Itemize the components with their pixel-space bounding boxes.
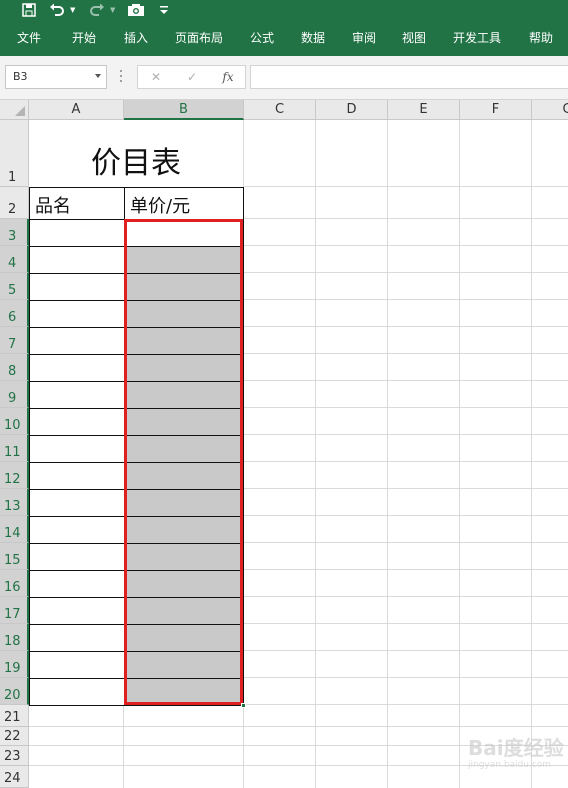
save-icon[interactable] bbox=[20, 0, 38, 20]
row-header-12[interactable]: 12 bbox=[0, 462, 29, 489]
undo-dropdown-icon[interactable]: ▼ bbox=[70, 0, 75, 20]
column-header-b[interactable]: B bbox=[124, 100, 244, 120]
cell-a2[interactable]: 品名 bbox=[29, 187, 125, 220]
select-all-triangle-icon bbox=[15, 106, 25, 116]
column-header-a[interactable]: A bbox=[29, 100, 124, 120]
tab-view[interactable]: 视图 bbox=[402, 29, 426, 47]
cell-a9[interactable] bbox=[29, 381, 125, 409]
row-header-11[interactable]: 11 bbox=[0, 435, 29, 462]
cell-a15[interactable] bbox=[29, 543, 125, 571]
row-header-24[interactable]: 24 bbox=[0, 766, 29, 788]
cell-a13[interactable] bbox=[29, 489, 125, 517]
ribbon-tab-bar: 文件 开始 插入 页面布局 公式 数据 审阅 视图 开发工具 帮助 bbox=[0, 20, 568, 56]
row-header-23[interactable]: 23 bbox=[0, 746, 29, 766]
column-header-g[interactable]: G bbox=[532, 100, 568, 120]
cell-a17[interactable] bbox=[29, 597, 125, 625]
cell-a1-b1-merged[interactable]: 价目表 bbox=[29, 120, 243, 187]
row-header-20[interactable]: 20 bbox=[0, 678, 29, 705]
row-header-1[interactable]: 1 bbox=[0, 120, 29, 187]
tab-review[interactable]: 审阅 bbox=[352, 29, 376, 47]
row-header-5[interactable]: 5 bbox=[0, 273, 29, 300]
row-header-22[interactable]: 22 bbox=[0, 727, 29, 746]
enter-icon[interactable]: ✓ bbox=[177, 66, 207, 88]
row-header-2[interactable]: 2 bbox=[0, 187, 29, 219]
cell-a18[interactable] bbox=[29, 624, 125, 652]
worksheet[interactable]: A B C D E F G 1 2 3 4 5 6 7 8 9 10 11 12… bbox=[0, 100, 568, 788]
row-header-7[interactable]: 7 bbox=[0, 327, 29, 354]
row-header-8[interactable]: 8 bbox=[0, 354, 29, 381]
fill-handle[interactable] bbox=[241, 703, 246, 708]
cell-a3[interactable] bbox=[29, 219, 125, 247]
tab-data[interactable]: 数据 bbox=[301, 29, 325, 47]
tab-file[interactable]: 文件 bbox=[17, 29, 41, 47]
cell-a20[interactable] bbox=[29, 678, 125, 706]
header-unit-price: 单价/元 bbox=[130, 196, 191, 217]
formula-bar-buttons: ✕ ✓ fx bbox=[137, 65, 246, 89]
watermark-url: jingyan.baidu.com bbox=[468, 760, 552, 770]
formula-bar: B3 ✕ ✓ fx bbox=[0, 56, 568, 100]
row-header-4[interactable]: 4 bbox=[0, 246, 29, 273]
customize-icon[interactable] bbox=[158, 0, 170, 20]
row-header-18[interactable]: 18 bbox=[0, 624, 29, 651]
cell-a11[interactable] bbox=[29, 435, 125, 463]
row-header-13[interactable]: 13 bbox=[0, 489, 29, 516]
select-all-button[interactable] bbox=[0, 100, 29, 120]
tab-page-layout[interactable]: 页面布局 bbox=[175, 29, 223, 47]
row-header-14[interactable]: 14 bbox=[0, 516, 29, 543]
tab-home[interactable]: 开始 bbox=[72, 29, 96, 47]
name-box[interactable]: B3 bbox=[5, 65, 107, 89]
redo-icon[interactable] bbox=[88, 0, 106, 20]
sheet-title: 价目表 bbox=[91, 146, 181, 181]
tab-help[interactable]: 帮助 bbox=[529, 29, 553, 47]
cancel-icon[interactable]: ✕ bbox=[141, 66, 171, 88]
cell-a16[interactable] bbox=[29, 570, 125, 598]
row-header-3[interactable]: 3 bbox=[0, 219, 29, 246]
quick-access-toolbar: ▼ ▼ bbox=[0, 0, 568, 20]
column-header-d[interactable]: D bbox=[316, 100, 388, 120]
row-header-6[interactable]: 6 bbox=[0, 300, 29, 327]
row-header-10[interactable]: 10 bbox=[0, 408, 29, 435]
redo-dropdown-icon[interactable]: ▼ bbox=[110, 0, 115, 20]
row-header-17[interactable]: 17 bbox=[0, 597, 29, 624]
formula-bar-grip[interactable] bbox=[120, 70, 122, 84]
tab-insert[interactable]: 插入 bbox=[124, 29, 148, 47]
tab-developer[interactable]: 开发工具 bbox=[453, 29, 501, 47]
selection-range-b3-b20 bbox=[124, 219, 243, 705]
cell-a10[interactable] bbox=[29, 408, 125, 436]
name-box-value: B3 bbox=[13, 70, 28, 83]
cell-a14[interactable] bbox=[29, 516, 125, 544]
tab-formulas[interactable]: 公式 bbox=[250, 29, 274, 47]
cell-a6[interactable] bbox=[29, 300, 125, 328]
cell-a4[interactable] bbox=[29, 246, 125, 274]
column-header-c[interactable]: C bbox=[244, 100, 316, 120]
cell-a5[interactable] bbox=[29, 273, 125, 301]
camera-icon[interactable] bbox=[126, 0, 146, 20]
row-header-21[interactable]: 21 bbox=[0, 705, 29, 727]
header-product-name: 品名 bbox=[35, 196, 71, 217]
baidu-jingyan-watermark: Bai度经验 jingyan.baidu.com bbox=[464, 726, 568, 774]
row-header-15[interactable]: 15 bbox=[0, 543, 29, 570]
column-header-e[interactable]: E bbox=[388, 100, 460, 120]
cell-a7[interactable] bbox=[29, 327, 125, 355]
row-header-16[interactable]: 16 bbox=[0, 570, 29, 597]
insert-function-icon[interactable]: fx bbox=[213, 66, 243, 88]
cell-a12[interactable] bbox=[29, 462, 125, 490]
cell-a19[interactable] bbox=[29, 651, 125, 679]
row-header-9[interactable]: 9 bbox=[0, 381, 29, 408]
column-header-f[interactable]: F bbox=[460, 100, 532, 120]
name-box-dropdown-icon[interactable] bbox=[95, 74, 101, 78]
formula-input[interactable] bbox=[250, 65, 568, 89]
undo-icon[interactable] bbox=[48, 0, 66, 20]
watermark-logo-text: Bai度经验 bbox=[468, 736, 564, 760]
cell-a8[interactable] bbox=[29, 354, 125, 382]
row-header-19[interactable]: 19 bbox=[0, 651, 29, 678]
cell-b2[interactable]: 单价/元 bbox=[124, 187, 244, 220]
